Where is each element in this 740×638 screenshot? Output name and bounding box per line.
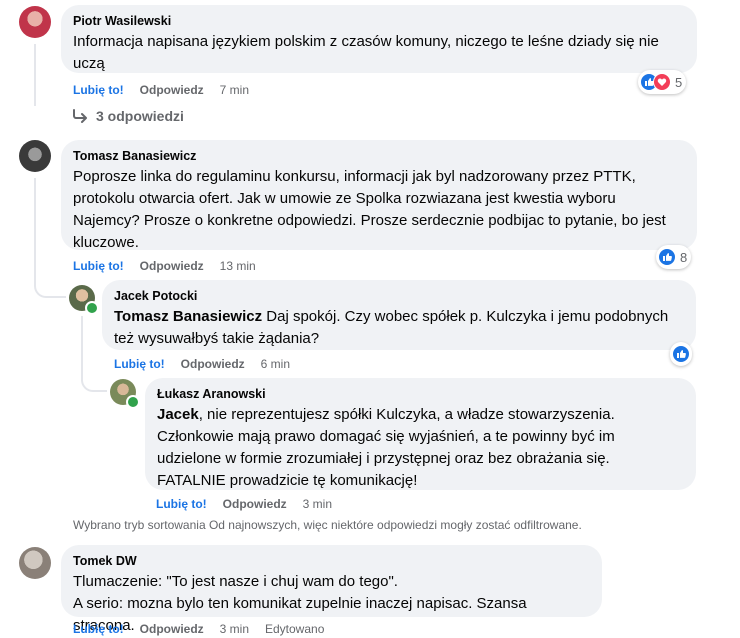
like-reaction-icon <box>672 345 690 363</box>
replies-count-label: 3 odpowiedzi <box>96 108 184 124</box>
comment-text-line: Tlumaczenie: "To jest nasze i chuj wam d… <box>73 573 398 590</box>
reaction-count: 8 <box>680 249 688 265</box>
comment-timestamp[interactable]: 3 min <box>303 497 332 511</box>
like-button[interactable]: Lubię to! <box>114 357 165 371</box>
thread-connector <box>34 278 66 298</box>
like-button[interactable]: Lubię to! <box>156 497 207 511</box>
avatar[interactable] <box>19 6 51 38</box>
comment-timestamp[interactable]: 3 min <box>220 622 249 636</box>
like-button[interactable]: Lubię to! <box>73 259 124 273</box>
comment-bubble: Jacek Potocki Tomasz Banasiewicz Daj spo… <box>102 280 696 350</box>
mention-link[interactable]: Jacek <box>157 406 199 423</box>
comment-author[interactable]: Tomek DW <box>73 553 590 569</box>
comment-bubble: Tomek DW Tlumaczenie: "To jest nasze i c… <box>61 545 602 634</box>
comment-timestamp[interactable]: 6 min <box>261 357 290 371</box>
thread-connector <box>81 370 107 392</box>
avatar[interactable] <box>19 547 51 579</box>
like-button[interactable]: Lubię to! <box>73 83 124 97</box>
comment-actions: Lubię to! Odpowiedz 13 min <box>73 259 272 273</box>
reply-button[interactable]: Odpowiedz <box>140 622 204 636</box>
filter-notice: Wybrano tryb sortowania Od najnowszych, … <box>73 518 582 532</box>
reaction-summary[interactable]: 8 <box>656 245 692 269</box>
reaction-count: 5 <box>675 74 683 90</box>
comment-author[interactable]: Piotr Wasilewski <box>73 13 685 29</box>
edited-label[interactable]: Edytowano <box>265 622 324 636</box>
comment-text: Tomasz Banasiewicz Daj spokój. Czy wobec… <box>114 308 669 347</box>
reply-button[interactable]: Odpowiedz <box>181 357 245 371</box>
reply-button[interactable]: Odpowiedz <box>140 259 204 273</box>
comment-author[interactable]: Tomasz Banasiewicz <box>73 148 685 164</box>
reaction-summary[interactable] <box>670 342 692 366</box>
view-replies-button[interactable]: 3 odpowiedzi <box>72 108 184 124</box>
reaction-summary[interactable]: 5 <box>638 70 687 94</box>
avatar[interactable] <box>19 140 51 172</box>
mention-link[interactable]: Tomasz Banasiewicz <box>114 308 262 325</box>
comment-text: Jacek, nie reprezentujesz spółki Kulczyk… <box>157 406 615 489</box>
like-reaction-icon <box>658 248 676 266</box>
comment-actions: Lubię to! Odpowiedz 6 min <box>114 357 306 371</box>
comment-author[interactable]: Jacek Potocki <box>114 288 684 304</box>
comment-timestamp[interactable]: 7 min <box>220 83 249 97</box>
comment-author[interactable]: Łukasz Aranowski <box>157 386 684 402</box>
comment-actions: Lubię to! Odpowiedz 7 min <box>73 83 265 97</box>
comment-bubble: Piotr Wasilewski Informacja napisana jęz… <box>61 5 697 73</box>
reply-button[interactable]: Odpowiedz <box>223 497 287 511</box>
thread-connector <box>81 316 83 378</box>
online-status-indicator <box>126 395 140 409</box>
reply-button[interactable]: Odpowiedz <box>140 83 204 97</box>
comment-text: Poprosze linka do regulaminu konkursu, i… <box>73 168 666 251</box>
comment-bubble: Łukasz Aranowski Jacek, nie reprezentuje… <box>145 378 696 490</box>
comment-text: Informacja napisana językiem polskim z c… <box>73 33 659 72</box>
online-status-indicator <box>85 301 99 315</box>
reply-arrow-icon <box>73 109 87 123</box>
comment-timestamp[interactable]: 13 min <box>220 259 256 273</box>
comment-actions: Lubię to! Odpowiedz 3 min Edytowano <box>73 622 340 636</box>
love-reaction-icon <box>653 73 671 91</box>
thread-connector <box>34 96 56 118</box>
thread-connector <box>34 178 36 286</box>
comment-bubble: Tomasz Banasiewicz Poprosze linka do reg… <box>61 140 697 251</box>
like-button[interactable]: Lubię to! <box>73 622 124 636</box>
comment-actions: Lubię to! Odpowiedz 3 min <box>156 497 348 511</box>
